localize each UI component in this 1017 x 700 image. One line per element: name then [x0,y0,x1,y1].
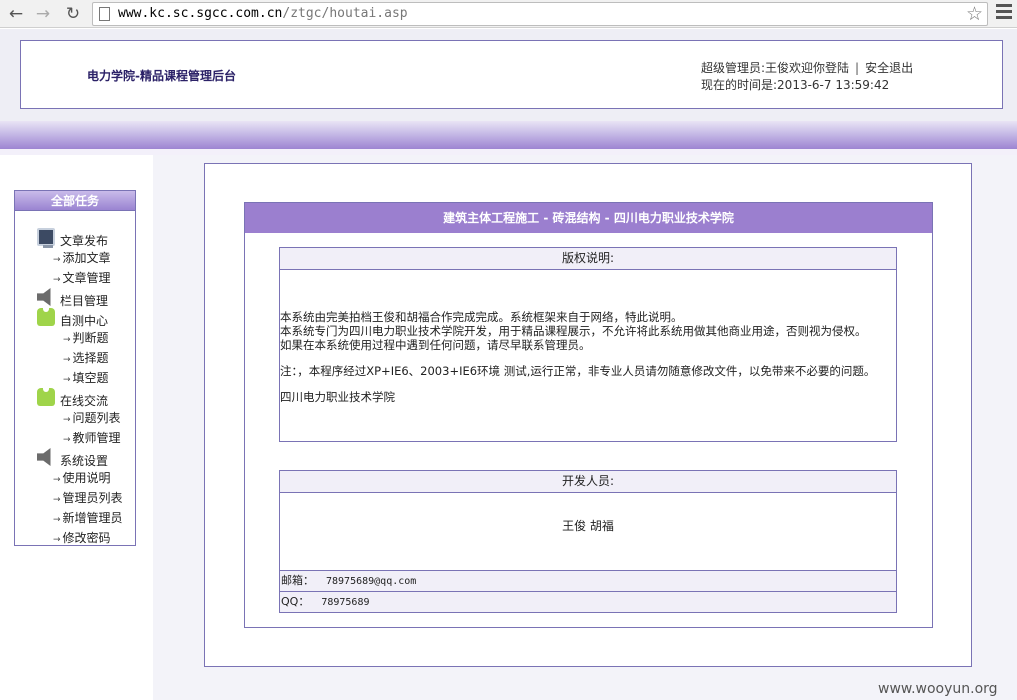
arrow-icon: → [63,355,71,365]
developers-heading: 开发人员: [280,471,896,493]
developers-panel: 开发人员: 王俊 胡福 邮箱： 78975689@qq.com QQ： 789756… [279,470,897,613]
bookmark-star-icon[interactable]: ☆ [966,3,983,25]
email-row: 邮箱： 78975689@qq.com [280,570,896,591]
sidebar-item-true-false[interactable]: → 判断题 [63,329,109,346]
arrow-icon: → [63,375,71,385]
developer-names: 王俊 胡福 [562,519,614,533]
shirt-icon [37,388,55,406]
sidebar-item-teacher-manage[interactable]: → 教师管理 [63,429,121,446]
computer-icon [37,228,55,248]
sidebar-item-instructions[interactable]: → 使用说明 [53,469,111,486]
sidebar-item-article-manage[interactable]: → 文章管理 [53,269,111,286]
browser-menu-icon[interactable] [996,4,1012,22]
copyright-line: 四川电力职业技术学院 [280,390,395,404]
sidebar-group-label: 文章发布 [60,234,109,248]
current-time: 现在的时间是:2013-6-7 13:59:42 [701,76,889,93]
arrow-icon: → [53,275,61,285]
copyright-heading: 版权说明: [280,248,896,270]
sidebar-item-add-article[interactable]: → 添加文章 [53,249,111,266]
arrow-icon: → [63,435,71,445]
arrow-icon: → [53,255,61,265]
email-label: 邮箱： [281,574,314,587]
qq-row: QQ： 78975689 [280,591,896,612]
time-label: 现在的时间是: [701,78,778,92]
arrow-icon: → [63,415,71,425]
admin-info: 超级管理员:王俊欢迎你登陆 | 安全退出 [701,59,913,76]
sidebar-title: 全部任务 [15,191,135,211]
arrow-icon: → [53,515,61,525]
browser-toolbar: ← → ↻ www.kc.sc.sgcc.com.cn/ztgc/houtai.… [0,0,1017,28]
sidebar-item-question-list[interactable]: → 问题列表 [63,409,121,426]
forward-arrow-icon[interactable]: → [32,3,54,25]
watermark: www.wooyun.org [878,681,998,697]
arrow-icon: → [53,535,61,545]
logout-link[interactable]: 安全退出 [865,61,913,75]
email-value: 78975689@qq.com [326,576,417,587]
sidebar-item-add-admin[interactable]: → 新增管理员 [53,509,123,526]
time-value: 2013-6-7 13:59:42 [777,78,890,92]
sidebar-item-admin-list[interactable]: → 管理员列表 [53,489,123,506]
sidebar-group-label: 自测中心 [60,314,109,328]
reload-icon[interactable]: ↻ [62,3,84,25]
page-icon [99,7,110,21]
copyright-line: 注：，本程序经过XP+IE6、2003+IE6环境 测试,运行正常，非专业人员请… [280,364,876,378]
sidebar-item-choice[interactable]: → 选择题 [63,349,109,366]
left-column: 全部任务 文章发布 → 添加文章 → 文章管理 栏目管理 自测中心 → 判断题 → 选择… [0,155,153,700]
address-bar[interactable]: www.kc.sc.sgcc.com.cn/ztgc/houtai.asp ☆ [92,2,988,26]
sidebar-item-fill-blank[interactable]: → 填空题 [63,369,109,386]
admin-greeting: 超级管理员:王俊欢迎你登陆 [701,61,850,75]
sidebar-menu: 全部任务 文章发布 → 添加文章 → 文章管理 栏目管理 自测中心 → 判断题 → 选择… [14,190,136,546]
url-text[interactable]: www.kc.sc.sgcc.com.cn/ztgc/houtai.asp [118,6,408,21]
content-title: 建筑主体工程施工 - 砖混结构 - 四川电力职业技术学院 [245,203,932,233]
header-band [0,121,1017,149]
site-title: 电力学院-精品课程管理后台 [87,69,236,83]
sidebar-group-label: 在线交流 [60,394,109,408]
separator: | [855,61,860,75]
speaker-icon [37,288,51,306]
sidebar-group-label: 栏目管理 [60,294,109,308]
shirt-icon [37,308,55,326]
qq-value: 78975689 [321,597,370,608]
arrow-icon: → [53,495,61,505]
qq-label: QQ： [281,595,310,608]
back-arrow-icon[interactable]: ← [5,3,27,25]
page-header: 电力学院-精品课程管理后台 超级管理员:王俊欢迎你登陆 | 安全退出 现在的时间是:… [0,29,1017,121]
arrow-icon: → [63,335,71,345]
speaker-icon [37,448,51,466]
sidebar-group-label: 系统设置 [60,454,109,468]
copyright-panel: 版权说明: 本系统由完美拍档王俊和胡福合作完成完成。系统框架来自于网络，特此说明… [279,247,897,442]
header-box: 电力学院-精品课程管理后台 超级管理员:王俊欢迎你登陆 | 安全退出 现在的时间是:… [20,40,1003,109]
sidebar-item-change-password[interactable]: → 修改密码 [53,529,111,546]
arrow-icon: → [53,475,61,485]
copyright-line: 如果在本系统使用过程中遇到任何问题，请尽早联系管理员。 [280,338,591,352]
